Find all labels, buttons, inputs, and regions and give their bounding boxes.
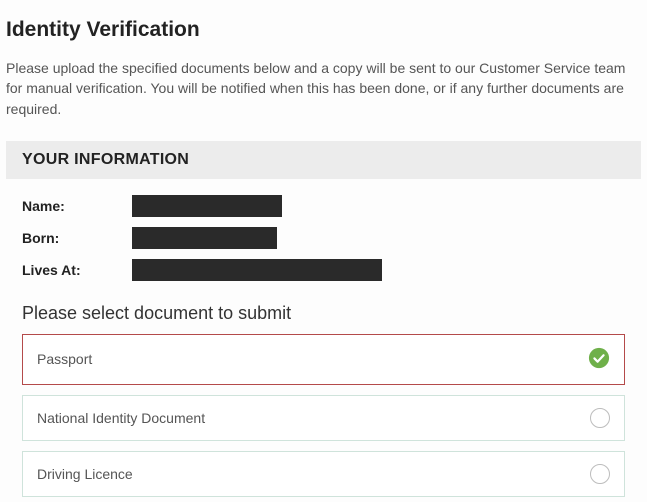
option-label: Driving Licence xyxy=(37,466,133,482)
option-driving-licence[interactable]: Driving Licence xyxy=(22,451,625,497)
radio-icon xyxy=(590,464,610,484)
option-national-identity-document[interactable]: National Identity Document xyxy=(22,395,625,441)
document-options: Passport National Identity Document Driv… xyxy=(6,334,641,497)
option-label: Passport xyxy=(37,351,92,367)
check-icon xyxy=(588,347,610,372)
your-information-header: YOUR INFORMATION xyxy=(6,141,641,179)
info-row-name: Name: xyxy=(22,195,625,217)
option-label: National Identity Document xyxy=(37,410,205,426)
identity-verification-page: Identity Verification Please upload the … xyxy=(0,0,647,497)
name-label: Name: xyxy=(22,198,132,214)
redacted-lives-at-value xyxy=(132,259,382,281)
born-label: Born: xyxy=(22,230,132,246)
radio-icon xyxy=(590,408,610,428)
lives-at-label: Lives At: xyxy=(22,262,132,278)
info-row-born: Born: xyxy=(22,227,625,249)
option-passport[interactable]: Passport xyxy=(22,334,625,385)
page-title: Identity Verification xyxy=(6,18,641,42)
redacted-born-value xyxy=(132,227,277,249)
intro-text: Please upload the specified documents be… xyxy=(6,58,641,119)
info-row-lives-at: Lives At: xyxy=(22,259,625,281)
select-document-title: Please select document to submit xyxy=(22,303,641,324)
redacted-name-value xyxy=(132,195,282,217)
your-information-body: Name: Born: Lives At: xyxy=(6,179,641,299)
